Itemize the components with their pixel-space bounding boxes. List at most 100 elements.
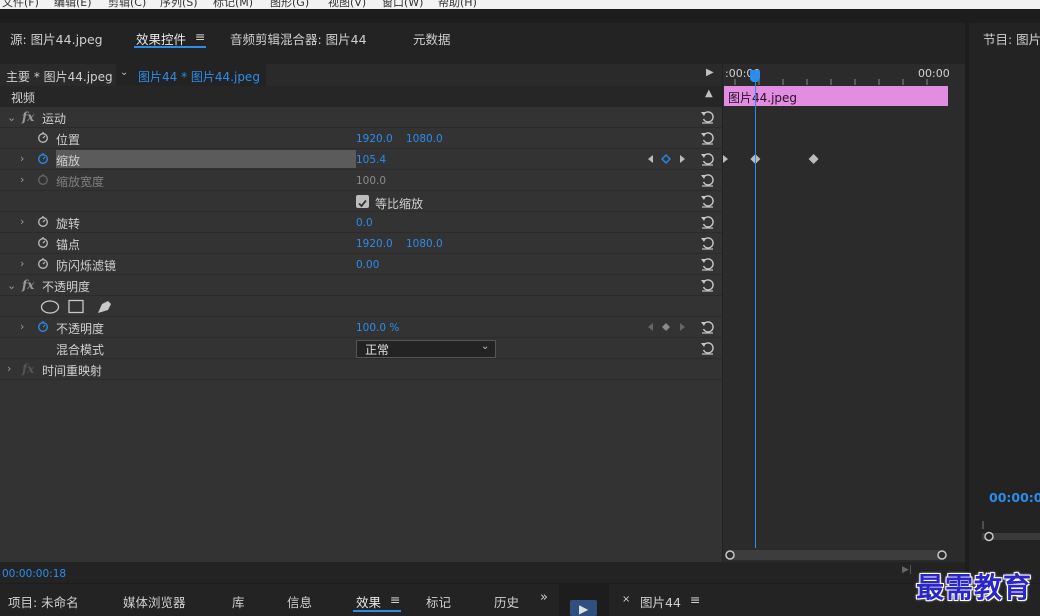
- anchor-label: 锚点: [56, 238, 81, 252]
- menu-file[interactable]: 文件(F): [2, 0, 39, 9]
- reset-icon[interactable]: [700, 215, 715, 229]
- tab-audio-clip-mixer[interactable]: 音频剪辑混合器: 图片44: [230, 29, 367, 48]
- effect-row-opacity[interactable]: [0, 275, 722, 296]
- stopwatch-active-icon[interactable]: [37, 152, 49, 164]
- tab-metadata[interactable]: 元数据: [413, 29, 451, 48]
- menu-graphics[interactable]: 图形(G): [270, 0, 309, 9]
- effect-row-time-remap[interactable]: [0, 359, 722, 380]
- opacity-value[interactable]: 100.0 %: [356, 322, 399, 334]
- uniform-scale-label: 等比缩放: [375, 197, 424, 211]
- menu-window[interactable]: 窗口(W): [382, 0, 423, 9]
- menu-help[interactable]: 帮助(H): [438, 0, 477, 9]
- stopwatch-icon[interactable]: [37, 215, 49, 227]
- scroll-handle-left[interactable]: [725, 550, 735, 560]
- play-only-audio-icon[interactable]: ▶: [706, 67, 714, 78]
- fx-icon[interactable]: fx: [22, 278, 34, 292]
- tab-markers[interactable]: 标记: [426, 592, 451, 611]
- keyframe-navigator[interactable]: [646, 153, 690, 165]
- video-section-label: 视频: [11, 91, 36, 105]
- program-scrubber[interactable]: [982, 519, 1040, 543]
- sequence-clip-label[interactable]: 图片44 * 图片44.jpeg: [138, 68, 260, 85]
- keyframe-navigator-disabled: [648, 323, 685, 331]
- playhead-handle[interactable]: [750, 70, 760, 82]
- twirl-closed-icon[interactable]: ›: [20, 321, 24, 332]
- tab-sequence[interactable]: 图片44: [640, 592, 681, 611]
- reset-icon[interactable]: [700, 152, 715, 166]
- keyframe-diamond[interactable]: [808, 154, 819, 164]
- anchor-y-value[interactable]: 1080.0: [406, 238, 443, 250]
- scroll-handle-right[interactable]: [937, 550, 947, 560]
- twirl-closed-icon[interactable]: ›: [20, 258, 24, 269]
- uniform-scale-checkbox[interactable]: [356, 195, 369, 208]
- menu-view[interactable]: 视图(V): [328, 0, 366, 9]
- fx-icon: fx: [22, 362, 35, 376]
- stopwatch-icon[interactable]: [37, 131, 49, 143]
- scale-value[interactable]: 105.4: [356, 154, 386, 166]
- tab-source[interactable]: 源: 图片44.jpeg: [10, 29, 103, 48]
- reset-icon[interactable]: [700, 173, 715, 187]
- twirl-closed-icon[interactable]: ›: [7, 363, 11, 374]
- twirl-open-icon[interactable]: ⌄: [7, 112, 16, 123]
- scroll-up-icon[interactable]: ▲: [705, 88, 713, 99]
- reset-icon[interactable]: [700, 236, 715, 250]
- twirl-closed-icon[interactable]: ›: [20, 216, 24, 227]
- stopwatch-disabled-icon: [38, 174, 48, 185]
- scrub-handle[interactable]: [984, 531, 994, 542]
- time-remap-label: 时间重映射: [42, 364, 103, 378]
- scale-keyframes-track: [723, 154, 819, 164]
- effect-timeline[interactable]: [722, 64, 965, 562]
- video-section-header: [0, 86, 722, 107]
- stopwatch-icon[interactable]: [37, 257, 49, 269]
- twirl-open-icon[interactable]: ⌄: [7, 280, 16, 291]
- reset-icon[interactable]: [700, 110, 715, 124]
- current-timecode[interactable]: 00:00:00:18: [2, 568, 66, 580]
- stopwatch-icon[interactable]: [37, 236, 49, 248]
- timeline-clip-name: 图片44.jpeg: [728, 91, 798, 105]
- check-icon: [358, 199, 367, 208]
- ellipse-mask-icon[interactable]: [40, 300, 60, 314]
- chevron-down-icon[interactable]: ⌄: [120, 67, 128, 78]
- menu-edit[interactable]: 编辑(E): [54, 0, 92, 9]
- master-clip-label[interactable]: 主要 * 图片44.jpeg: [6, 68, 113, 85]
- program-timecode[interactable]: 00:00:0: [989, 490, 1040, 505]
- close-icon[interactable]: ×: [622, 594, 630, 605]
- tab-info[interactable]: 信息: [287, 592, 312, 611]
- keyframe-in-marker: [723, 155, 728, 163]
- tab-effects[interactable]: 效果: [356, 592, 381, 611]
- program-monitor-title[interactable]: 节目: 图片: [983, 29, 1040, 48]
- reset-icon[interactable]: [700, 278, 715, 292]
- rectangle-mask-icon[interactable]: [68, 299, 84, 314]
- reset-icon[interactable]: [700, 257, 715, 271]
- tab-history[interactable]: 历史: [494, 592, 520, 611]
- pen-mask-icon[interactable]: [98, 301, 111, 313]
- ruler-end-time: 00:00: [918, 67, 950, 80]
- position-label: 位置: [56, 133, 81, 147]
- blend-mode-label: 混合模式: [56, 343, 105, 357]
- scale-row-highlight: [56, 150, 356, 168]
- twirl-closed-icon[interactable]: ›: [20, 153, 24, 164]
- position-y-value[interactable]: 1080.0: [406, 133, 443, 145]
- panel-menu-icon[interactable]: ≡: [195, 29, 205, 44]
- rotation-value[interactable]: 0.0: [356, 217, 373, 229]
- menu-clip[interactable]: 剪辑(C): [108, 0, 146, 9]
- reset-icon[interactable]: [700, 131, 715, 145]
- anchor-x-value[interactable]: 1920.0: [356, 238, 393, 250]
- position-x-value[interactable]: 1920.0: [356, 133, 393, 145]
- anti-flicker-value[interactable]: 0.00: [356, 259, 379, 271]
- sequence-menu-icon[interactable]: ≡: [690, 592, 700, 607]
- menu-marker[interactable]: 标记(M): [213, 0, 253, 9]
- stopwatch-active-icon[interactable]: [37, 320, 49, 332]
- menu-sequence[interactable]: 序列(S): [160, 0, 198, 9]
- reset-icon[interactable]: [700, 194, 715, 208]
- reset-icon[interactable]: [700, 341, 715, 355]
- effects-menu-icon[interactable]: ≡: [390, 592, 400, 607]
- tab-media-browser[interactable]: 媒体浏览器: [123, 592, 186, 611]
- chevron-down-icon: ⌄: [481, 341, 490, 352]
- effect-row-motion[interactable]: [0, 107, 722, 128]
- tab-project[interactable]: 项目: 未命名: [8, 592, 79, 611]
- selection-tool-icon: ▶: [579, 602, 589, 616]
- more-tabs-icon[interactable]: »: [540, 590, 548, 605]
- fx-icon[interactable]: fx: [22, 110, 34, 124]
- reset-icon[interactable]: [700, 320, 715, 334]
- tab-library[interactable]: 库: [232, 592, 245, 611]
